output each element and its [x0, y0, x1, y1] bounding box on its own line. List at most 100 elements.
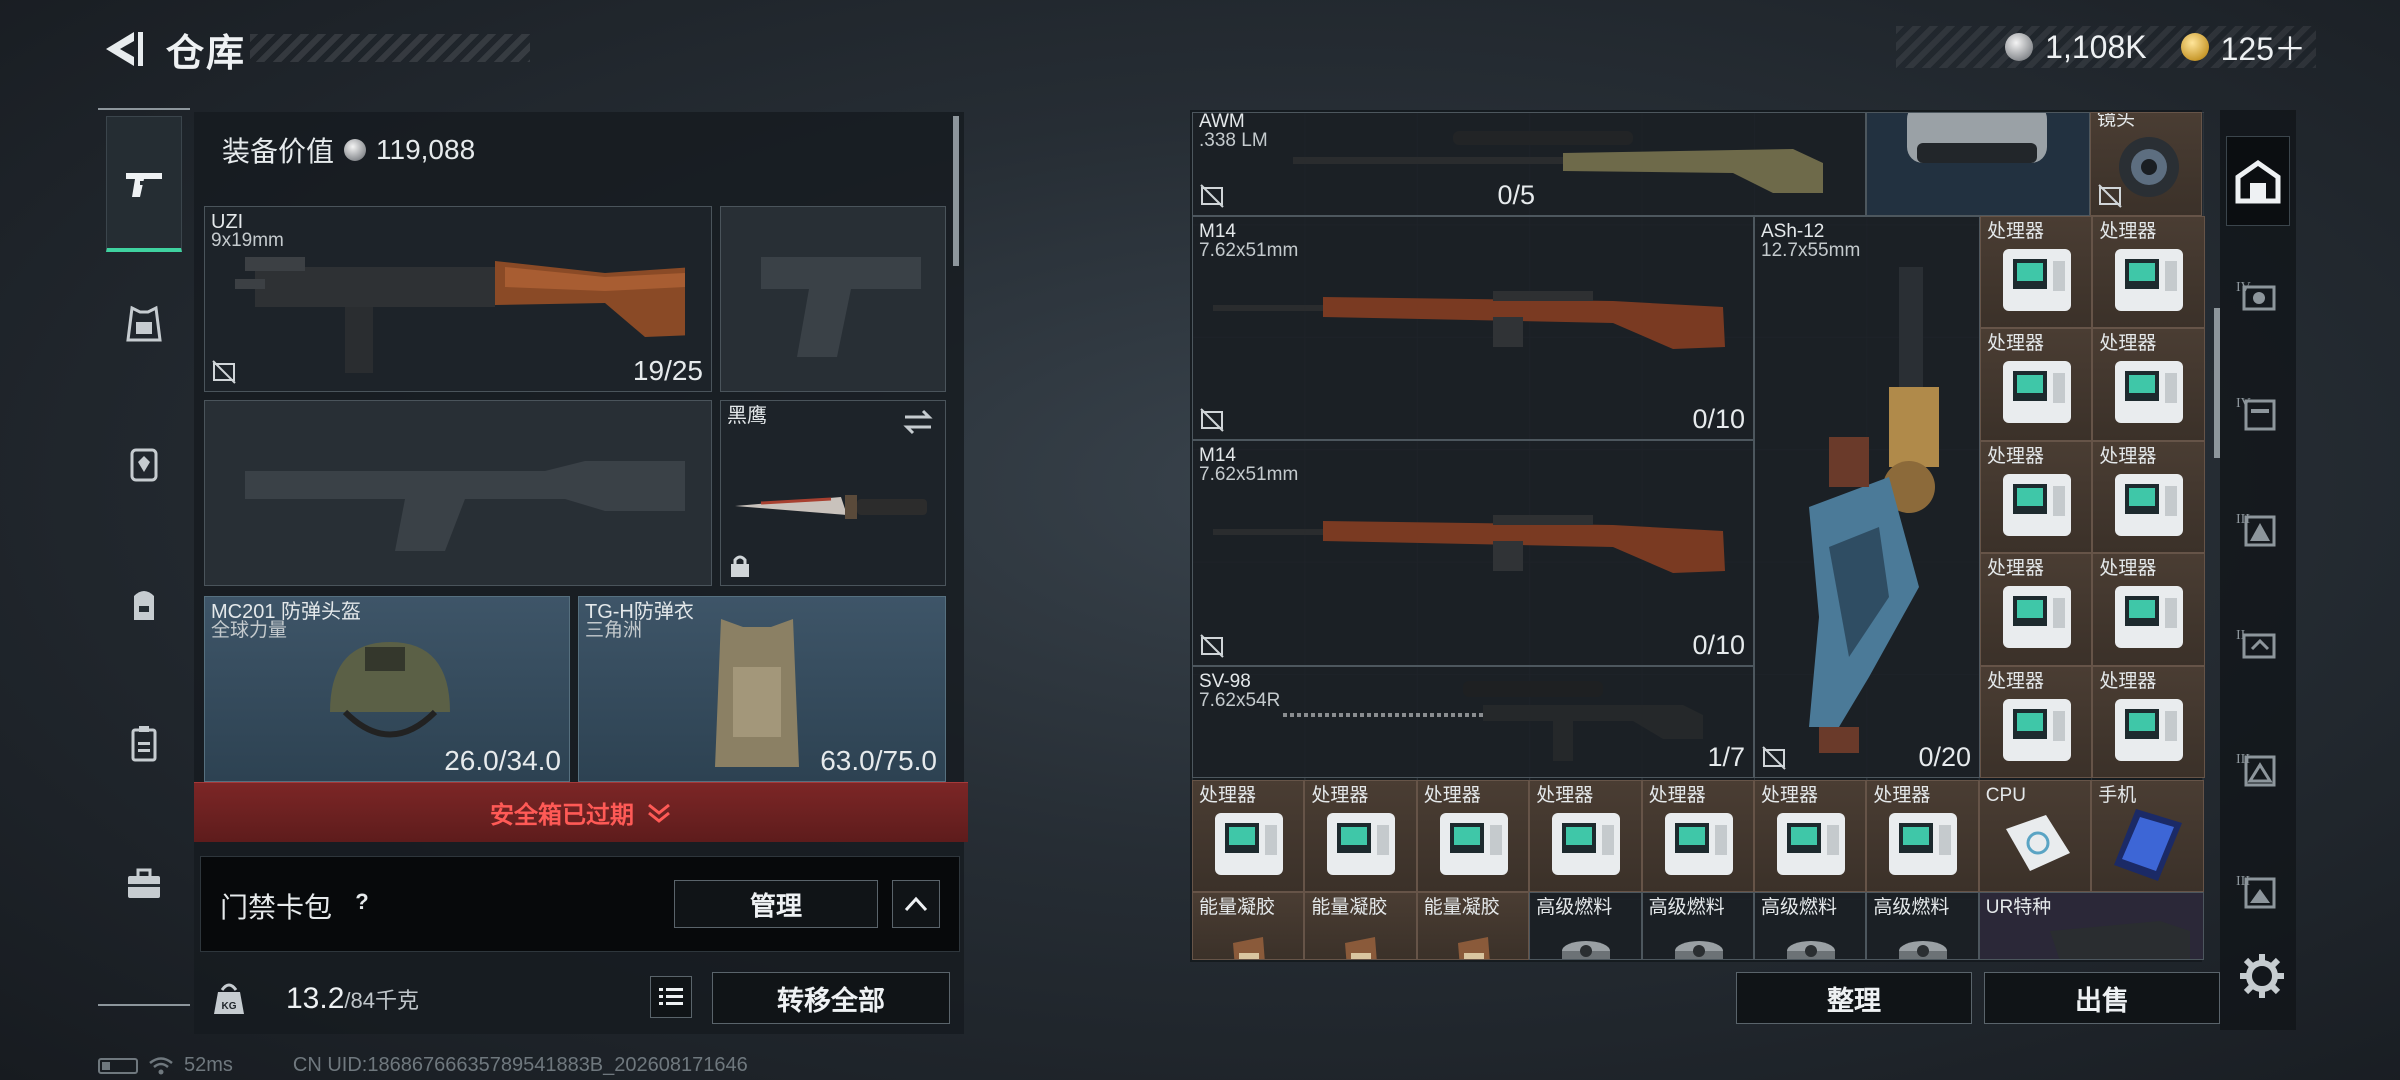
silver-balance[interactable]: 1,108K	[2045, 29, 2146, 66]
stash-item-energy-gel[interactable]: 能量凝胶	[1192, 892, 1305, 960]
item-name: 处理器	[1536, 785, 1594, 806]
no-mod-icon	[212, 360, 236, 384]
stash-item-cpu[interactable]: CPU	[1978, 780, 2092, 893]
loadout-scrollbar[interactable]	[953, 116, 959, 266]
item-name: 处理器	[1199, 785, 1257, 806]
tab-stash-3[interactable]: III	[2226, 482, 2290, 572]
stash-item-sv98[interactable]: SV-98 7.62x54R 1/7	[1192, 666, 1754, 778]
stash-scrollbar[interactable]	[2214, 308, 2220, 458]
m14-image	[1213, 291, 1725, 349]
processor-image	[2115, 473, 2184, 536]
weapon-caliber: 9x19mm	[211, 230, 284, 251]
melee-slot[interactable]: 黑鹰	[720, 400, 946, 586]
processor-image	[1552, 813, 1621, 875]
stash-item-processor[interactable]: 处理器	[1980, 328, 2093, 441]
tab-stash-3b[interactable]: III	[2226, 722, 2290, 812]
back-button[interactable]	[96, 24, 146, 74]
collapse-button[interactable]	[892, 880, 940, 928]
stash-item-energy-gel[interactable]: 能量凝胶	[1304, 892, 1417, 960]
status-bar: 52ms CN UID:18686766635789541883B_202608…	[98, 1054, 748, 1077]
stash-item-processor[interactable]: 处理器	[2092, 665, 2205, 778]
helmet-slot[interactable]: MC201 防弹头盔 全球力量 26.0/34.0	[204, 596, 570, 782]
stash-item-m14[interactable]: M14 7.62x51mm 0/10	[1192, 216, 1754, 440]
processor-image	[2003, 586, 2071, 649]
stash-item-processor[interactable]: 处理器	[1980, 665, 2093, 778]
stash-item-phone[interactable]: 手机	[2091, 780, 2204, 893]
tab-chest-rig[interactable]	[106, 396, 182, 532]
stash-item-advanced-fuel[interactable]: 高级燃料	[1754, 892, 1867, 960]
item-name: 处理器	[1987, 558, 2045, 580]
processor-image	[2003, 361, 2071, 424]
tab-stash-2[interactable]: II	[2226, 598, 2290, 688]
ammo-count: 0/20	[1918, 742, 1971, 772]
stash-item-energy-gel[interactable]: 能量凝胶	[1416, 892, 1530, 960]
carry-weight: 13.2/84千克	[286, 982, 419, 1016]
settings-button[interactable]	[2238, 952, 2286, 1000]
sv98-image	[1283, 681, 1703, 761]
stash-item-processor[interactable]: 处理器	[1980, 440, 2093, 554]
stash-item-processor[interactable]: 处理器	[1304, 780, 1417, 893]
sell-button[interactable]: 出售	[1984, 972, 2220, 1024]
awm-image	[1293, 131, 1823, 193]
equipment-value: 装备价值 119,088	[222, 130, 475, 170]
body-armor-slot[interactable]: TG-H防弹衣 三角洲 63.0/75.0	[578, 596, 946, 782]
card-case-icon	[131, 726, 157, 762]
stash-item-processor[interactable]: 处理器	[2092, 440, 2205, 554]
tab-keycard[interactable]	[106, 676, 182, 812]
svg-text:III: III	[2236, 752, 2250, 767]
stash-item-advanced-fuel[interactable]: 高级燃料	[1641, 892, 1754, 960]
stash-item-advanced-fuel[interactable]: 高级燃料	[1529, 892, 1642, 960]
primary-weapon-slot[interactable]: UZI 9x19mm 19/25	[204, 206, 712, 392]
stash-item-processor[interactable]: 处理器	[1641, 780, 1754, 893]
stash-item-processor[interactable]: 处理器	[1980, 553, 2093, 666]
list-view-button[interactable]	[650, 976, 692, 1018]
stash-item-processor[interactable]: 处理器	[1754, 780, 1867, 893]
help-icon[interactable]: ?	[344, 884, 380, 920]
transfer-all-button[interactable]: 转移全部	[712, 972, 950, 1024]
gold-coin-icon	[2180, 33, 2209, 61]
stash-item-advanced-fuel[interactable]: 高级燃料	[1866, 892, 1979, 960]
stash-item-processor[interactable]: 处理器	[2092, 553, 2205, 666]
gear-icon	[2240, 954, 2284, 998]
no-mod-icon	[2098, 184, 2122, 208]
tab-backpack[interactable]	[106, 536, 182, 672]
no-mod-icon	[1200, 634, 1224, 658]
no-mod-icon	[1200, 408, 1224, 432]
manage-button[interactable]: 管理	[674, 880, 878, 928]
stash-item-processor[interactable]: 处理器	[2092, 216, 2205, 329]
secondary-weapon-slot-empty[interactable]	[204, 400, 712, 586]
tab-weapons[interactable]	[106, 116, 182, 252]
tab-armor[interactable]	[106, 256, 182, 392]
svg-text:IV: IV	[2236, 396, 2251, 411]
stash-item-processor[interactable]: 处理器	[1416, 780, 1530, 893]
stash-item-processor[interactable]: 处理器	[2092, 328, 2205, 441]
stash-item-awm[interactable]: AWM .338 LM 0/5	[1192, 112, 1866, 216]
wifi-icon	[149, 1056, 173, 1074]
stash-item-headset[interactable]	[1866, 112, 2090, 216]
gold-balance[interactable]: 125＋	[2221, 24, 2306, 70]
item-name: 能量凝胶	[1199, 897, 1276, 918]
stash-tier-4b-icon: IV	[2236, 396, 2276, 431]
processor-image	[2003, 249, 2071, 311]
sidearm-slot-empty[interactable]	[720, 206, 946, 392]
tab-stash-4b[interactable]: IV	[2226, 366, 2290, 456]
silver-coin-icon	[344, 139, 367, 161]
tab-toolbox[interactable]	[106, 816, 182, 952]
stash-item-m14[interactable]: M14 7.62x51mm 0/10	[1192, 440, 1754, 666]
stash-item-processor[interactable]: 处理器	[1529, 780, 1642, 893]
stash-item-processor[interactable]: 处理器	[1980, 216, 2093, 329]
stash-item-processor[interactable]: 处理器	[1866, 780, 1979, 893]
swap-icon[interactable]	[901, 407, 935, 437]
tab-stash-4[interactable]: IV	[2226, 250, 2290, 340]
sort-button[interactable]: 整理	[1736, 972, 1972, 1024]
tab-stash-all[interactable]	[2226, 136, 2290, 226]
stash-item-ash12[interactable]: ASh-12 12.7x55mm 0/20	[1754, 216, 1980, 778]
stash-item-processor[interactable]: 处理器	[1192, 780, 1305, 893]
ammo-count: 0/5	[1497, 180, 1535, 210]
safebox-expired-bar[interactable]: 安全箱已过期	[194, 782, 968, 842]
stash-item-ur-special[interactable]: UR特种	[1978, 892, 2204, 960]
vest-image	[715, 619, 799, 767]
tab-stash-3c[interactable]: III	[2226, 844, 2290, 934]
stash-item-lens[interactable]: 镜头	[2090, 112, 2202, 216]
helmet-faction: 全球力量	[211, 620, 288, 641]
